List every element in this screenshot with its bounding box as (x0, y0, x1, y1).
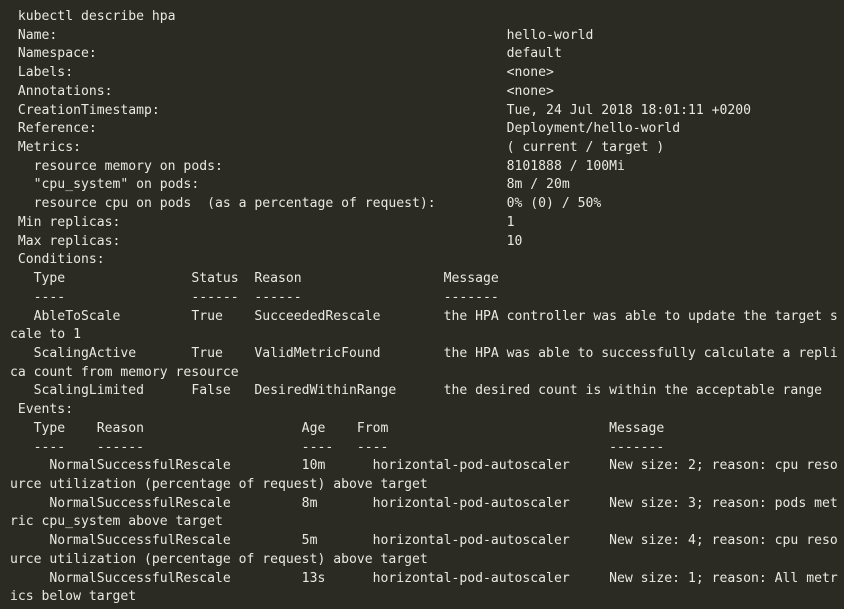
terminal-window[interactable]: kubectl describe hpa Name: hello-world N… (0, 0, 844, 609)
terminal-output[interactable]: kubectl describe hpa Name: hello-world N… (10, 8, 844, 607)
